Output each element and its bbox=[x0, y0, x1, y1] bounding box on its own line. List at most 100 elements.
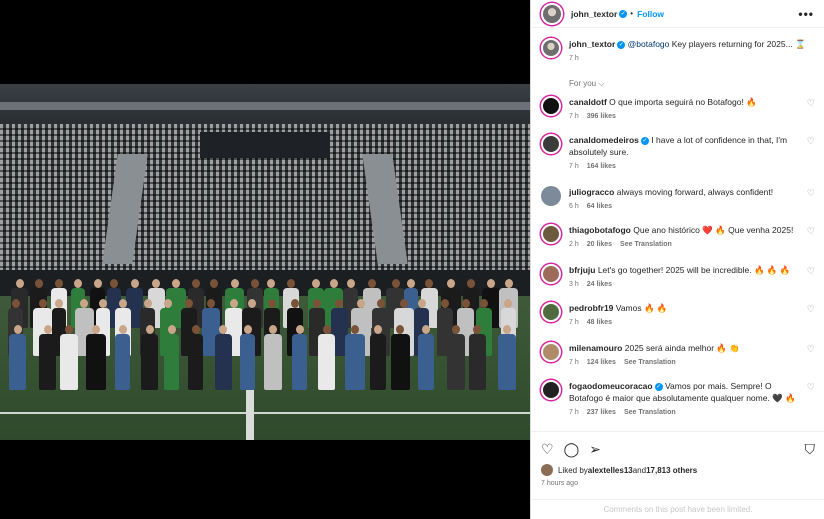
comment-like-heart-icon[interactable]: ♡ bbox=[807, 136, 815, 173]
comment-time[interactable]: 7 h bbox=[569, 319, 579, 326]
comment-username[interactable]: bfrjuju bbox=[569, 265, 595, 275]
comment-likes[interactable]: 20 likes bbox=[587, 241, 612, 248]
person-head bbox=[34, 279, 43, 288]
comment-time[interactable]: 3 h bbox=[569, 281, 579, 288]
comment-like-heart-icon[interactable]: ♡ bbox=[807, 382, 815, 419]
comment-time[interactable]: 2 h bbox=[569, 241, 579, 248]
post-timestamp[interactable]: 7 hours ago bbox=[541, 480, 815, 487]
stadium-roof-beam bbox=[0, 102, 530, 110]
comment-likes[interactable]: 164 likes bbox=[587, 163, 616, 170]
person-figure bbox=[369, 334, 387, 390]
comment-avatar[interactable] bbox=[541, 380, 561, 400]
person-head bbox=[287, 279, 296, 288]
like-heart-icon[interactable]: ♡ bbox=[541, 442, 554, 456]
comment-username[interactable]: canaldotf bbox=[569, 97, 607, 107]
person-head bbox=[38, 299, 47, 308]
comment-avatar[interactable] bbox=[541, 96, 561, 116]
comment-likes[interactable]: 24 likes bbox=[587, 281, 612, 288]
comment-avatar[interactable] bbox=[541, 186, 561, 206]
person-head bbox=[377, 299, 386, 308]
comment-username[interactable]: milenamouro bbox=[569, 343, 622, 353]
person-head bbox=[504, 279, 513, 288]
comment-text: Que ano histórico ❤️ 🔥 Que venha 2025! bbox=[633, 225, 794, 235]
post-header: john_textor ✓ • Follow ••• bbox=[531, 0, 824, 28]
caption-mention[interactable]: @botafogo bbox=[628, 39, 670, 49]
comment-likes[interactable]: 64 likes bbox=[587, 203, 612, 210]
comment-meta: 6 h 64 likes bbox=[569, 201, 801, 213]
comment-avatar[interactable] bbox=[541, 264, 561, 284]
comment-likes[interactable]: 396 likes bbox=[587, 113, 616, 120]
comment-time[interactable]: 7 h bbox=[569, 113, 579, 120]
comment-body: thiagobotafogo Que ano histórico ❤️ 🔥 Qu… bbox=[569, 224, 801, 251]
comment-like-heart-icon[interactable]: ♡ bbox=[807, 344, 815, 369]
action-bar: ♡ ◯ ➢ ⛉ bbox=[541, 440, 815, 458]
share-send-icon[interactable]: ➢ bbox=[589, 442, 601, 456]
person-head bbox=[267, 279, 276, 288]
comment-avatar[interactable] bbox=[541, 302, 561, 322]
comment-like-heart-icon[interactable]: ♡ bbox=[807, 226, 815, 251]
comment-time[interactable]: 7 h bbox=[569, 163, 579, 170]
post-media-panel bbox=[0, 0, 530, 519]
comment-username[interactable]: fogaodomeucoracao bbox=[569, 381, 653, 391]
person-figure bbox=[468, 334, 487, 390]
person-head bbox=[312, 299, 321, 308]
person-head bbox=[251, 279, 260, 288]
comment-body: canaldomedeiros ✓ I have a lot of confide… bbox=[569, 134, 801, 173]
liked-by-user[interactable]: alextelles13 bbox=[588, 466, 633, 475]
comment-like-heart-icon[interactable]: ♡ bbox=[807, 304, 815, 329]
comment-text: always moving forward, always confident! bbox=[616, 187, 774, 197]
see-translation-link[interactable]: See Translation bbox=[624, 409, 676, 416]
caption-avatar[interactable] bbox=[541, 38, 561, 58]
person-head bbox=[118, 299, 127, 308]
comment-time[interactable]: 7 h bbox=[569, 359, 579, 366]
post-photo[interactable] bbox=[0, 84, 530, 440]
person-head bbox=[43, 325, 52, 334]
comments-list[interactable]: john_textor ✓ @botafogo Key players retur… bbox=[531, 28, 824, 430]
person-head bbox=[229, 299, 238, 308]
comment-likes[interactable]: 48 likes bbox=[587, 319, 612, 326]
caption-text: Key players returning for 2025... ⌛ bbox=[669, 39, 806, 49]
comment-meta: 7 h 164 likes bbox=[569, 161, 801, 173]
comment-like-heart-icon[interactable]: ♡ bbox=[807, 188, 815, 213]
follow-button[interactable]: Follow bbox=[637, 9, 664, 19]
person-head bbox=[356, 299, 365, 308]
liked-by-others[interactable]: 17,813 others bbox=[646, 466, 697, 475]
liked-by: Liked by alextelles13 and 17,813 others bbox=[541, 464, 815, 476]
comment-like-heart-icon[interactable]: ♡ bbox=[807, 98, 815, 123]
comment-avatar[interactable] bbox=[541, 224, 561, 244]
bookmark-icon[interactable]: ⛉ bbox=[805, 442, 816, 456]
comment-likes[interactable]: 237 likes bbox=[587, 409, 616, 416]
comment-likes[interactable]: 124 likes bbox=[587, 359, 616, 366]
person-figure bbox=[39, 334, 57, 390]
comment-avatar[interactable] bbox=[541, 134, 561, 154]
caption-username[interactable]: john_textor bbox=[569, 39, 615, 49]
person-head bbox=[99, 299, 108, 308]
comment-avatar[interactable] bbox=[541, 342, 561, 362]
person-head bbox=[322, 325, 331, 334]
person-figure bbox=[163, 334, 180, 390]
see-translation-link[interactable]: See Translation bbox=[620, 241, 672, 248]
person-figure bbox=[214, 334, 233, 390]
author-username[interactable]: john_textor bbox=[571, 9, 617, 19]
comment-item: canaldomedeiros ✓ I have a lot of confide… bbox=[531, 134, 824, 173]
person-head bbox=[93, 279, 102, 288]
for-you-sort-dropdown[interactable]: For you ⌵ bbox=[531, 65, 824, 89]
comment-bubble-icon[interactable]: ◯ bbox=[564, 442, 580, 456]
person-figure bbox=[447, 334, 465, 390]
person-head bbox=[391, 279, 400, 288]
see-translation-link[interactable]: See Translation bbox=[624, 359, 676, 366]
comment-time[interactable]: 6 h bbox=[569, 203, 579, 210]
liker-avatar[interactable] bbox=[541, 464, 553, 476]
verified-badge-icon: ✓ bbox=[640, 136, 649, 145]
comment-username[interactable]: canaldomedeiros bbox=[569, 135, 639, 145]
person-head bbox=[291, 299, 300, 308]
comment-like-heart-icon[interactable]: ♡ bbox=[807, 266, 815, 291]
comment-time[interactable]: 7 h bbox=[569, 409, 579, 416]
comment-username[interactable]: thiagobotafogo bbox=[569, 225, 631, 235]
person-head bbox=[11, 299, 20, 308]
author-avatar[interactable] bbox=[541, 2, 563, 25]
more-options-icon[interactable]: ••• bbox=[798, 7, 814, 21]
comment-username[interactable]: pedrobfr19 bbox=[569, 303, 613, 313]
comment-username[interactable]: juliogracco bbox=[569, 187, 614, 197]
person-head bbox=[163, 299, 172, 308]
